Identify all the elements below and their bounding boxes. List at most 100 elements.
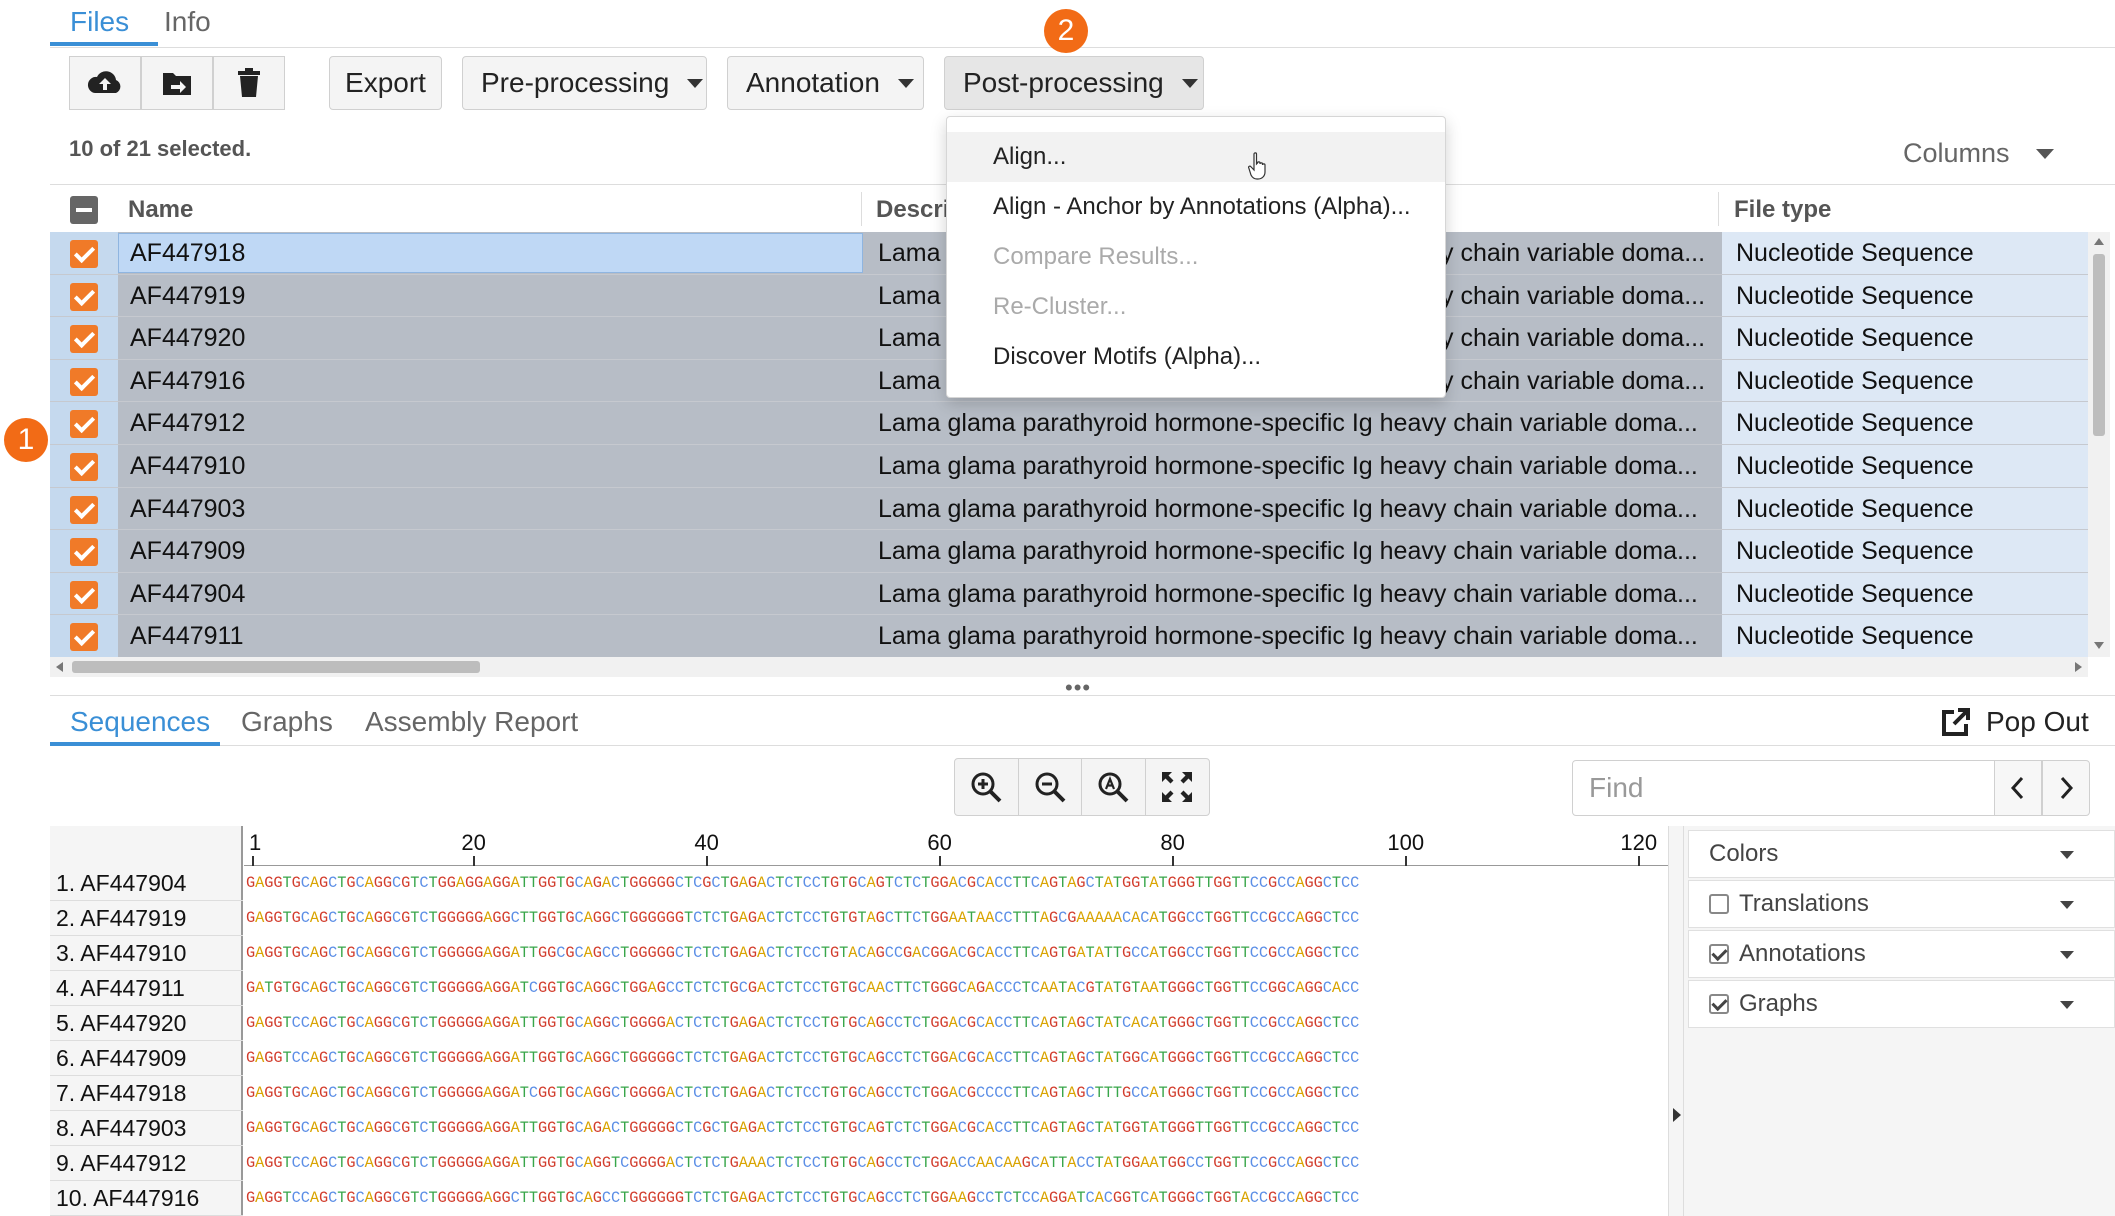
row-file-type: Nucleotide Sequence <box>1736 281 1974 310</box>
column-header-file-type[interactable]: File type <box>1734 196 1831 224</box>
find-next-button[interactable] <box>2042 760 2090 816</box>
row-name: AF447910 <box>130 452 246 480</box>
annotations-section[interactable]: Annotations <box>1688 930 2115 978</box>
scroll-left-icon[interactable] <box>56 662 63 672</box>
row-description: Lama glama parathyroid hormone-specific … <box>878 494 1698 523</box>
annotations-checkbox[interactable] <box>1709 944 1729 964</box>
ruler-tick <box>473 856 476 866</box>
find-input[interactable] <box>1572 760 1995 816</box>
sequence-name[interactable]: 8. AF447903 <box>50 1111 243 1146</box>
sequence-name[interactable]: 7. AF447918 <box>50 1076 243 1111</box>
column-resize-handle[interactable] <box>861 192 862 226</box>
sequence-name[interactable]: 2. AF447919 <box>50 901 243 936</box>
row-checkbox[interactable] <box>70 282 98 311</box>
graphs-label: Graphs <box>1739 990 1818 1017</box>
tab-graphs[interactable]: Graphs <box>241 706 333 738</box>
zoom-out-button[interactable] <box>1019 759 1082 815</box>
sequence-viewer: 1 20 40 60 80 100 120 1. AF447904 2. AF447919 3.… <box>50 826 1668 1216</box>
column-header-description[interactable]: Descri <box>876 196 949 224</box>
menu-item-discover-motifs[interactable]: Discover Motifs (Alpha)... <box>947 332 1445 382</box>
postprocessing-dropdown[interactable]: Post-processing <box>944 56 1204 110</box>
row-file-type: Nucleotide Sequence <box>1736 494 1974 523</box>
table-row[interactable]: AF447910 Lama glama parathyroid hormone-… <box>50 445 2095 488</box>
colors-section[interactable]: Colors <box>1688 830 2115 878</box>
tab-files[interactable]: Files <box>70 6 129 38</box>
row-checkbox[interactable] <box>70 410 98 439</box>
chevron-down-icon[interactable] <box>2060 1001 2074 1009</box>
side-panel-toggle[interactable] <box>1668 826 1684 1216</box>
row-checkbox[interactable] <box>70 495 98 524</box>
selection-status: 10 of 21 selected. <box>69 136 252 161</box>
zoom-reset-button[interactable] <box>1082 759 1146 815</box>
chevron-down-icon[interactable] <box>2060 951 2074 959</box>
table-row[interactable]: AF447903 Lama glama parathyroid hormone-… <box>50 487 2095 531</box>
panel-splitter[interactable]: ••• <box>50 677 2115 699</box>
fit-to-screen-button[interactable] <box>1146 759 1210 815</box>
find-previous-button[interactable] <box>1994 760 2042 816</box>
chevron-down-icon[interactable] <box>2060 901 2074 909</box>
move-to-folder-button[interactable] <box>141 56 213 110</box>
translations-section[interactable]: Translations <box>1688 880 2115 928</box>
row-file-type: Nucleotide Sequence <box>1736 324 1974 353</box>
scroll-down-icon[interactable] <box>2094 642 2104 649</box>
row-description-tail: y chain variable doma... <box>1441 281 1706 310</box>
select-all-checkbox[interactable] <box>70 196 98 224</box>
tab-info[interactable]: Info <box>164 6 211 38</box>
graphs-section[interactable]: Graphs <box>1688 980 2115 1028</box>
row-checkbox[interactable] <box>70 538 98 567</box>
row-description: Lama <box>878 239 941 267</box>
vertical-scrollbar[interactable] <box>2088 232 2110 657</box>
sequence-name[interactable]: 4. AF447911 <box>50 971 243 1006</box>
table-row[interactable]: AF447904 Lama glama parathyroid hormone-… <box>50 572 2095 616</box>
chevron-down-icon[interactable] <box>2060 851 2074 859</box>
upload-button[interactable] <box>69 56 141 110</box>
drag-handle-icon[interactable]: ••• <box>1065 677 1091 699</box>
horizontal-scrollbar[interactable] <box>50 657 2088 677</box>
sequence-name[interactable]: 9. AF447912 <box>50 1146 243 1181</box>
graphs-checkbox[interactable] <box>1709 994 1729 1014</box>
chevron-down-icon <box>897 78 914 88</box>
table-row[interactable]: AF447912 Lama glama parathyroid hormone-… <box>50 402 2095 445</box>
external-link-icon <box>1942 708 1970 736</box>
row-checkbox[interactable] <box>70 325 98 354</box>
zoom-in-button[interactable] <box>955 759 1019 815</box>
scroll-up-icon[interactable] <box>2094 238 2104 245</box>
menu-item-label: Align - Anchor by Annotations (Alpha)... <box>993 193 1411 220</box>
table-row[interactable]: AF447909 Lama glama parathyroid hormone-… <box>50 530 2095 573</box>
row-checkbox[interactable] <box>70 367 98 396</box>
annotation-dropdown[interactable]: Annotation <box>727 56 924 110</box>
scrollbar-thumb[interactable] <box>72 661 480 673</box>
columns-dropdown[interactable]: Columns <box>1903 138 2054 169</box>
tab-assembly-report[interactable]: Assembly Report <box>365 706 578 738</box>
trash-icon <box>238 68 260 97</box>
folder-move-icon <box>163 73 191 95</box>
expand-arrow-icon[interactable] <box>1673 1108 1681 1122</box>
sequence-name[interactable]: 1. AF447904 <box>50 866 243 901</box>
table-row[interactable]: AF447911 Lama glama parathyroid hormone-… <box>50 615 2095 657</box>
sequence-name[interactable]: 5. AF447920 <box>50 1006 243 1041</box>
row-file-type: Nucleotide Sequence <box>1736 579 1974 608</box>
export-button[interactable]: Export <box>329 56 442 110</box>
tab-sequences[interactable]: Sequences <box>70 706 210 738</box>
row-checkbox[interactable] <box>70 580 98 609</box>
preprocessing-dropdown[interactable]: Pre-processing <box>462 56 707 110</box>
row-checkbox[interactable] <box>70 623 98 652</box>
scroll-right-icon[interactable] <box>2075 662 2082 672</box>
row-checkbox[interactable] <box>70 453 98 481</box>
translations-checkbox[interactable] <box>1709 894 1729 914</box>
sequence-name[interactable]: 3. AF447910 <box>50 936 243 971</box>
scrollbar-thumb[interactable] <box>2093 254 2105 436</box>
sequence-name[interactable]: 10. AF447916 <box>50 1181 243 1216</box>
sequence-row: GAGGTGCAGCTGCAGGCGTCTGGAGGAGGATTGGTGCAGA… <box>246 874 1360 892</box>
sequence-name[interactable]: 6. AF447909 <box>50 1041 243 1076</box>
pop-out-button[interactable]: Pop Out <box>1938 704 2089 740</box>
row-checkbox[interactable] <box>70 240 98 268</box>
column-header-name[interactable]: Name <box>128 196 193 224</box>
column-resize-handle[interactable] <box>1718 192 1719 226</box>
menu-item-align-anchor[interactable]: Align - Anchor by Annotations (Alpha)... <box>947 182 1445 232</box>
row-description: Lama <box>878 281 941 310</box>
row-description-tail: y chain variable doma... <box>1441 366 1706 395</box>
delete-button[interactable] <box>213 56 285 110</box>
row-file-type: Nucleotide Sequence <box>1736 366 1974 395</box>
menu-item-align[interactable]: Align... <box>947 132 1445 182</box>
